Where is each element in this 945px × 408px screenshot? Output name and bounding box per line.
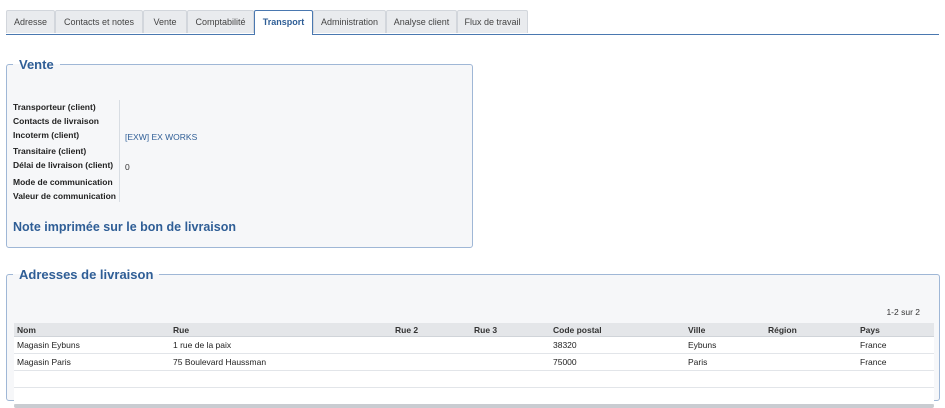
cell-nom: Magasin Eybuns [14, 336, 170, 354]
tab-adresse[interactable]: Adresse [6, 10, 55, 33]
tab-comptabilite[interactable]: Comptabilité [187, 10, 254, 33]
tab-bar: Adresse Contacts et notes Vente Comptabi… [6, 10, 939, 35]
table-header-row: Nom Rue Rue 2 Rue 3 Code postal Ville Ré… [14, 323, 934, 337]
cell-rue2 [392, 336, 471, 354]
cell-ville: Paris [685, 353, 765, 371]
tab-contacts-notes[interactable]: Contacts et notes [55, 10, 143, 33]
note-title: Note imprimée sur le bon de livraison [13, 220, 236, 234]
tab-administration[interactable]: Administration [313, 10, 386, 33]
adresses-livraison-section: Adresses de livraison 1-2 sur 2 Nom Rue … [6, 267, 940, 408]
column-header-ville[interactable]: Ville [685, 323, 765, 337]
column-header-region[interactable]: Région [765, 323, 857, 337]
cell-nom: Magasin Paris [14, 353, 170, 371]
field-label: Délai de livraison (client) [13, 160, 114, 170]
adresses-livraison-title: Adresses de livraison [19, 267, 154, 282]
field-separator [119, 100, 120, 202]
cell-rue2 [392, 353, 471, 371]
tab-analyse-client[interactable]: Analyse client [386, 10, 457, 33]
tab-flux-de-travail[interactable]: Flux de travail [457, 10, 528, 33]
pager: 1-2 sur 2 [886, 307, 920, 317]
cell-ville: Eybuns [685, 336, 765, 354]
table-row-empty [14, 370, 934, 388]
cell-rue: 1 rue de la paix [170, 336, 392, 354]
cell-code-postal: 75000 [550, 353, 685, 371]
cell-rue3 [471, 336, 550, 354]
field-label: Mode de communication [13, 177, 113, 187]
table-row-empty [14, 387, 934, 405]
cell-rue3 [471, 353, 550, 371]
cell-rue: 75 Boulevard Haussman [170, 353, 392, 371]
incoterm-link[interactable]: [EXW] EX WORKS [125, 132, 197, 142]
field-label: Incoterm (client) [13, 130, 80, 140]
cell-region [765, 353, 857, 371]
field-label: Transitaire (client) [13, 146, 87, 156]
field-value[interactable]: 0 [125, 162, 130, 172]
cell-pays: France [857, 336, 934, 354]
column-header-nom[interactable]: Nom [14, 323, 170, 337]
table-row[interactable]: Magasin Eybuns 1 rue de la paix 38320 Ey… [14, 336, 934, 354]
cell-pays: France [857, 353, 934, 371]
field-label: Valeur de communication [13, 191, 116, 201]
column-header-rue2[interactable]: Rue 2 [392, 323, 471, 337]
vente-section: Vente Transporteur (client) Contacts de … [6, 57, 473, 248]
tab-vente[interactable]: Vente [143, 10, 187, 33]
tab-transport[interactable]: Transport [254, 10, 313, 35]
vente-section-title: Vente [19, 57, 54, 72]
adresses-table: Nom Rue Rue 2 Rue 3 Code postal Ville Ré… [14, 323, 934, 405]
column-header-rue3[interactable]: Rue 3 [471, 323, 550, 337]
cell-region [765, 336, 857, 354]
field-label: Contacts de livraison [13, 116, 99, 126]
column-header-pays[interactable]: Pays [857, 323, 934, 337]
cell-code-postal: 38320 [550, 336, 685, 354]
column-header-code-postal[interactable]: Code postal [550, 323, 685, 337]
field-label: Transporteur (client) [13, 102, 96, 112]
table-row[interactable]: Magasin Paris 75 Boulevard Haussman 7500… [14, 353, 934, 371]
column-header-rue[interactable]: Rue [170, 323, 392, 337]
